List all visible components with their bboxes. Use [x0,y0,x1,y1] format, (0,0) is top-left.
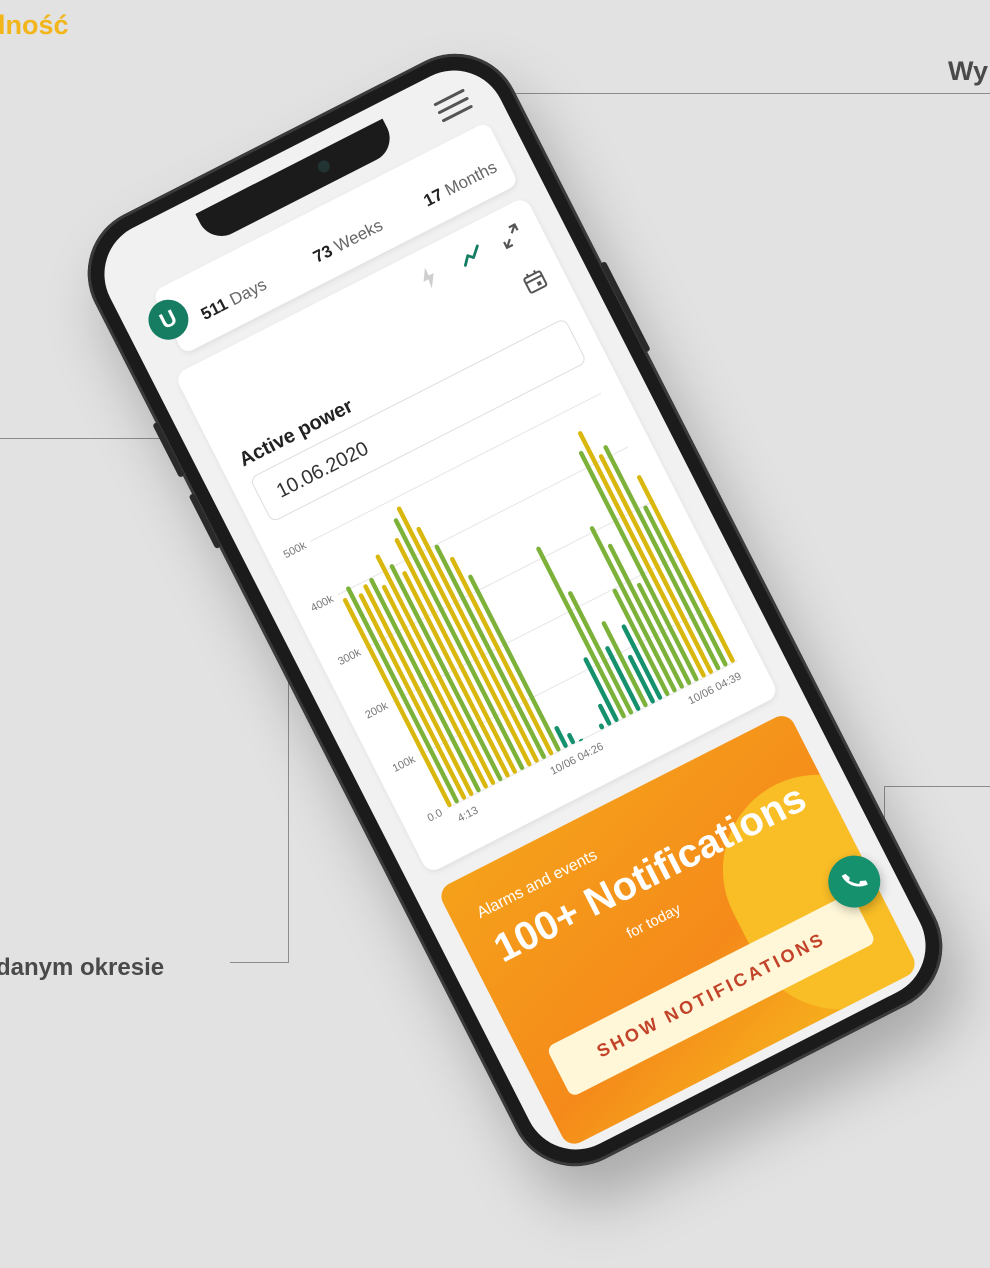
stat-weeks-label: Weeks [331,215,386,256]
y-tick-label: 400k [309,593,336,615]
y-tick-label: 0.0 [425,807,444,825]
camera [315,158,332,175]
stat-months: 17 Months [421,157,501,211]
chart-bar [583,657,619,722]
y-tick-label: 300k [336,646,363,668]
calendar-icon[interactable] [519,265,551,297]
expand-icon[interactable] [493,219,528,254]
annotation-caption: danym okresie [0,954,165,981]
chart-bar [605,646,641,711]
stat-months-label: Months [441,157,500,200]
grid-line [337,446,629,596]
leader-line [884,786,990,787]
stat-weeks: 73 Weeks [310,216,386,268]
trend-line-icon[interactable] [454,239,489,274]
y-tick-label: 100k [391,753,418,775]
y-tick-label: 200k [363,700,390,722]
phone-screen: 511 Days 73 Weeks 17 Months U Active pow… [86,52,944,1168]
hamburger-menu-icon[interactable] [433,88,474,123]
stat-weeks-value: 73 [310,241,336,267]
stat-days-value: 511 [197,294,231,324]
stat-days-label: Days [226,274,270,310]
leader-line [500,93,990,94]
stat-months-value: 17 [420,184,447,211]
annotation-heading: lność [0,10,69,40]
x-tick-label: 4:13 [456,804,481,824]
y-tick-label: 500k [282,539,309,561]
bolt-icon[interactable] [411,260,446,295]
annotation-heading-right: Wy [948,56,989,86]
stat-days: 511 Days [198,275,270,325]
leader-line [230,962,289,963]
chart-bar [567,732,576,745]
phone-mockup: 511 Days 73 Weeks 17 Months U Active pow… [64,31,966,1189]
